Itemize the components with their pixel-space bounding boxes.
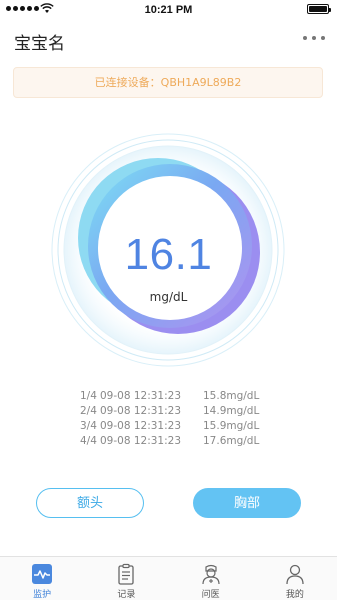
connected-device-banner: 已连接设备：QBH1A9L89B2 — [13, 67, 323, 98]
history-time: 09-08 12:31:23 — [100, 405, 182, 417]
tab-label: 我的 — [285, 590, 304, 600]
record-icon — [118, 563, 135, 585]
monitor-icon — [32, 564, 53, 584]
status-time: 10:21 PM — [144, 4, 193, 16]
chest-button[interactable]: 胸部 — [193, 488, 301, 518]
reading-history-list: 1/4 09-08 12:31:23 15.8mg/dL 2/4 09-08 1… — [80, 389, 280, 449]
tab-label: 监护 — [33, 590, 52, 600]
history-row: 1/4 09-08 12:31:23 15.8mg/dL — [80, 389, 280, 404]
history-time: 09-08 12:31:23 — [100, 435, 182, 447]
more-dots-icon — [303, 36, 307, 40]
page-title: 宝宝名 — [14, 34, 65, 54]
history-index: 2/4 — [80, 405, 97, 417]
status-bar: 10:21 PM — [0, 0, 337, 20]
history-value: 17.6mg/dL — [203, 435, 260, 447]
nav-header: 宝宝名 — [0, 20, 337, 60]
history-value: 15.9mg/dL — [203, 420, 260, 432]
battery-icon — [307, 4, 331, 14]
history-time: 09-08 12:31:23 — [100, 420, 182, 432]
tab-label: 问医 — [201, 590, 220, 600]
profile-icon — [286, 564, 304, 585]
bottom-tab-bar: 监护 记录 问医 我的 — [0, 556, 337, 600]
tab-monitor[interactable]: 监护 — [0, 557, 84, 600]
history-value: 14.9mg/dL — [203, 405, 260, 417]
tab-records[interactable]: 记录 — [84, 557, 168, 600]
forehead-button[interactable]: 额头 — [36, 488, 144, 518]
tab-ask-doctor[interactable]: 问医 — [169, 557, 253, 600]
history-index: 1/4 — [80, 390, 97, 402]
history-value: 15.8mg/dL — [203, 390, 260, 402]
history-row: 3/4 09-08 12:31:23 15.9mg/dL — [80, 419, 280, 434]
history-index: 3/4 — [80, 420, 97, 432]
temperature-gauge: 16.1 mg/dL — [0, 130, 337, 375]
doctor-icon — [202, 564, 220, 585]
history-row: 2/4 09-08 12:31:23 14.9mg/dL — [80, 404, 280, 419]
tab-label: 记录 — [117, 590, 136, 600]
more-options-button[interactable] — [303, 30, 325, 46]
temperature-unit: mg/dL — [149, 290, 188, 304]
history-index: 4/4 — [80, 435, 97, 447]
temperature-value: 16.1 — [124, 230, 213, 279]
history-row: 4/4 09-08 12:31:23 17.6mg/dL — [80, 434, 280, 449]
history-time: 09-08 12:31:23 — [100, 390, 182, 402]
tab-profile[interactable]: 我的 — [253, 557, 337, 600]
